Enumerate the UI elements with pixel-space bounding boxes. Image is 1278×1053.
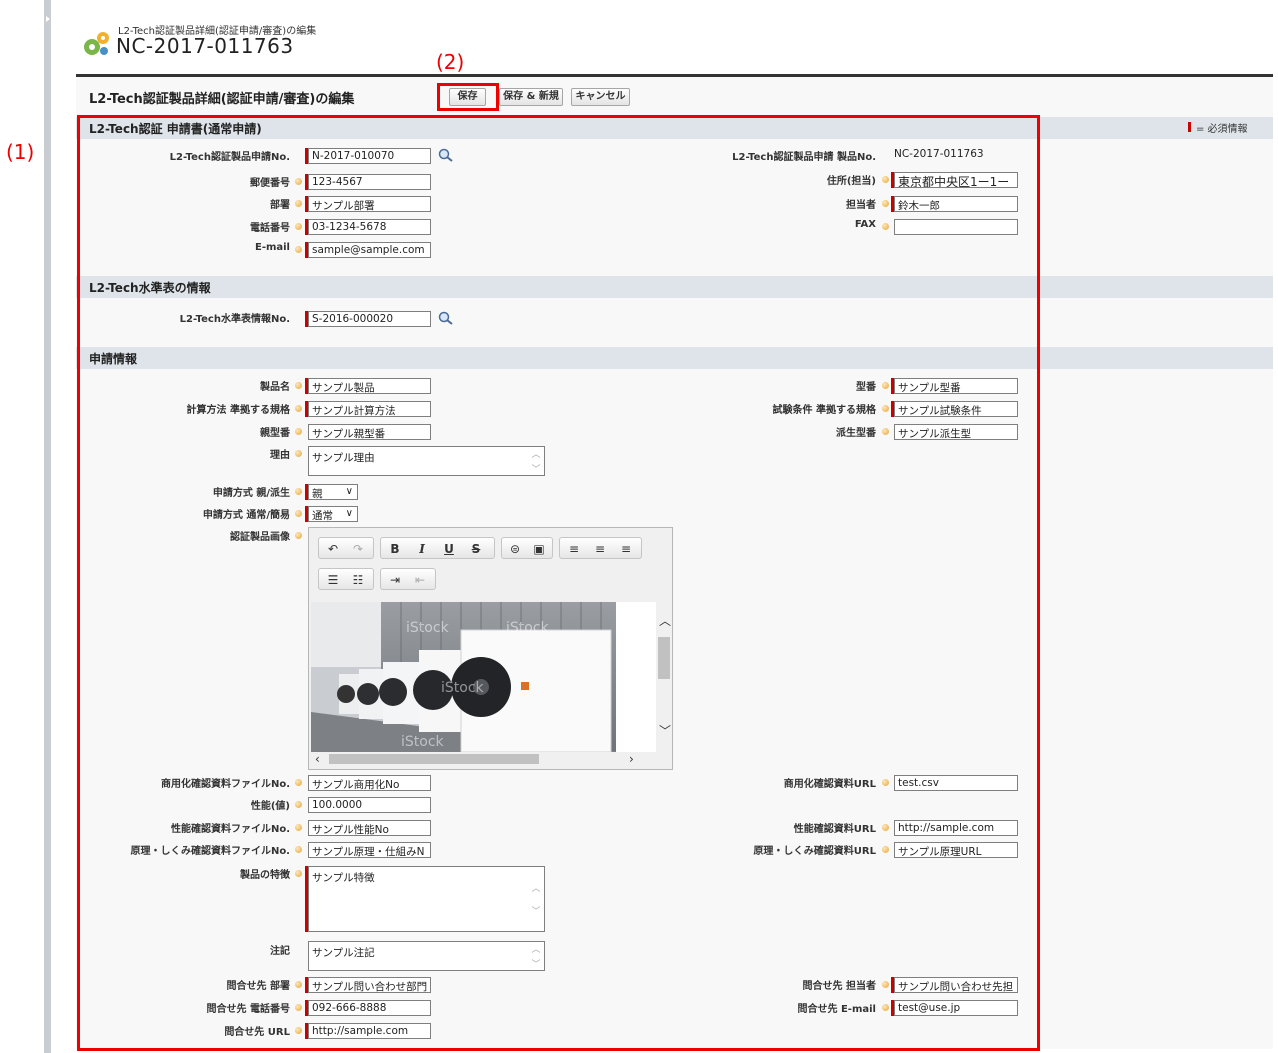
page-title: NC-2017-011763 — [116, 34, 294, 58]
required-legend: = 必須情報 — [1196, 124, 1248, 135]
sidebar-collapse-bar[interactable] — [44, 0, 51, 1053]
gears-icon — [84, 32, 109, 55]
edit-title: L2-Tech認証製品詳細(認証申請/審査)の編集 — [89, 92, 355, 107]
annotation-label-2: (2) — [436, 50, 465, 74]
annotation-box-save — [437, 83, 499, 111]
expand-arrow-icon[interactable] — [46, 16, 50, 22]
annotation-label-1: (1) — [6, 140, 35, 164]
annotation-box-form — [77, 115, 1040, 1051]
cancel-button[interactable]: キャンセル — [571, 88, 630, 106]
save-new-button[interactable]: 保存 & 新規 — [499, 88, 563, 106]
required-legend-marker — [1188, 122, 1191, 132]
